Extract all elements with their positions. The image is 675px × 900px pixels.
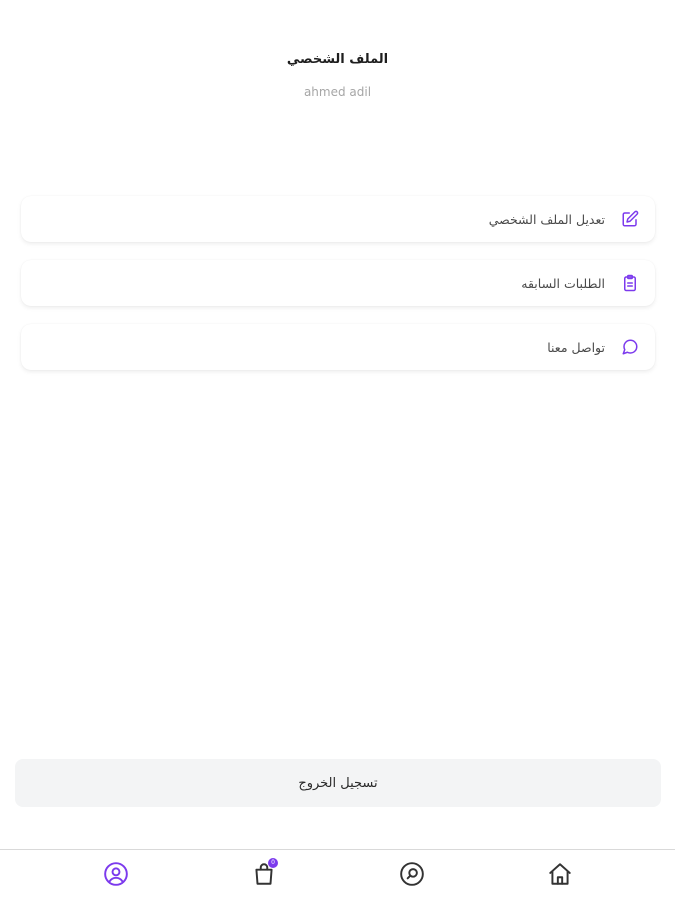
edit-icon <box>620 209 640 229</box>
menu-item-label: تواصل معنا <box>547 339 605 355</box>
menu-item-label: الطلبات السابقه <box>521 275 605 291</box>
menu-item-label: تعديل الملف الشخصي <box>488 211 605 227</box>
search-icon <box>399 861 425 891</box>
username-label: ahmed adil <box>303 85 372 99</box>
chat-icon <box>620 337 640 357</box>
profile-icon <box>103 861 129 891</box>
page-title: الملف الشخصي <box>286 52 389 67</box>
bag-icon: 0 <box>251 858 278 891</box>
menu-item-contact-us[interactable]: تواصل معنا <box>21 324 655 370</box>
profile-menu: تعديل الملف الشخصي الطلبات السابقه تواصل… <box>21 196 655 388</box>
menu-item-edit-profile[interactable]: تعديل الملف الشخصي <box>21 196 655 242</box>
home-icon <box>547 861 573 891</box>
nav-cart-button[interactable]: 0 <box>250 858 278 891</box>
logout-button[interactable]: تسجيل الخروج <box>15 759 661 807</box>
nav-search-button[interactable] <box>398 862 426 890</box>
nav-profile-button[interactable] <box>102 862 130 890</box>
menu-item-previous-orders[interactable]: الطلبات السابقه <box>21 260 655 306</box>
clipboard-icon <box>620 273 640 293</box>
nav-home-button[interactable] <box>546 862 574 890</box>
cart-count-badge: 0 <box>268 858 278 868</box>
bottom-navigation: 0 <box>0 849 675 900</box>
